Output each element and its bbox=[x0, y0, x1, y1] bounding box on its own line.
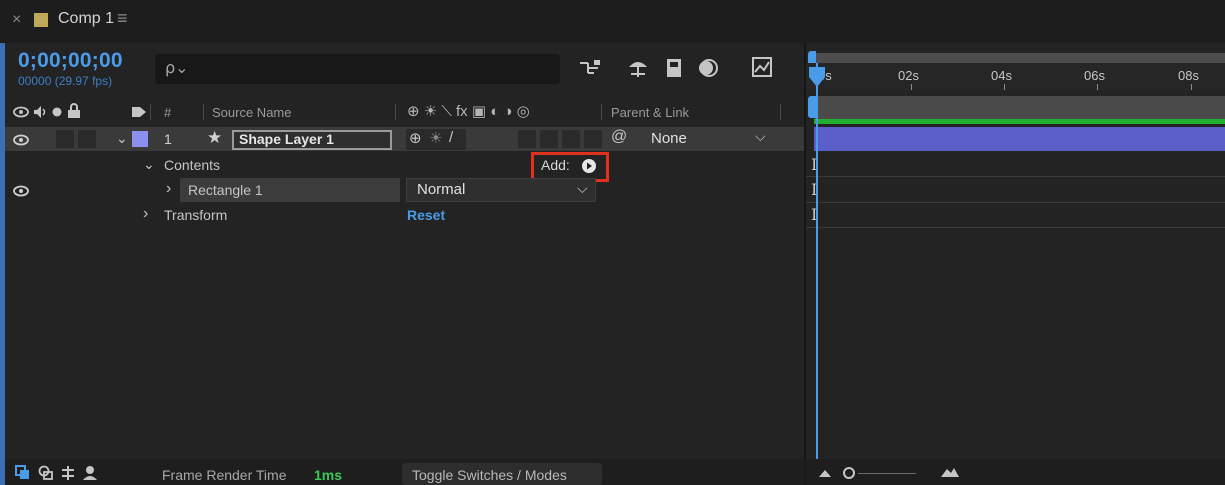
tab-comp-title[interactable]: Comp 1 bbox=[58, 10, 114, 28]
comp-color-swatch bbox=[34, 13, 48, 27]
draft-3d-icon[interactable] bbox=[626, 56, 650, 80]
blend-mode-chevron-icon[interactable]: ⌵ bbox=[577, 180, 588, 197]
timeline-row-line bbox=[806, 176, 1225, 177]
lock-switch[interactable] bbox=[78, 130, 96, 148]
layer-visibility-eye-icon[interactable] bbox=[13, 133, 29, 147]
collapse-switch-icon[interactable]: ☀ bbox=[429, 129, 442, 147]
frame-render-time-label: Frame Render Time bbox=[162, 467, 287, 483]
shy-switch-icon[interactable]: ⊕ bbox=[409, 129, 422, 147]
switch-cell-blank[interactable] bbox=[584, 130, 602, 148]
time-ruler[interactable] bbox=[806, 63, 1225, 91]
ruler-tick bbox=[911, 84, 912, 90]
column-separator bbox=[395, 104, 396, 120]
ruler-label: 02s bbox=[898, 68, 919, 83]
contents-chevron-icon[interactable]: ⌄ bbox=[143, 156, 155, 173]
search-icon: ⍴⌄ bbox=[165, 60, 189, 77]
rectangle-visibility-eye-icon[interactable] bbox=[13, 184, 29, 198]
layer-duration-bar[interactable] bbox=[814, 127, 1225, 151]
lock-icon bbox=[68, 103, 80, 118]
transfer-controls-icon[interactable] bbox=[38, 465, 54, 481]
zoom-out-mountain-icon[interactable] bbox=[818, 468, 832, 478]
column-source-name-header[interactable]: Source Name bbox=[212, 105, 291, 120]
audio-speaker-icon bbox=[34, 106, 46, 118]
frame-blending-icon[interactable] bbox=[663, 56, 685, 80]
column-number-header: # bbox=[164, 105, 172, 120]
graph-editor-icon[interactable] bbox=[750, 55, 774, 79]
column-separator bbox=[203, 104, 204, 120]
work-area-bar[interactable] bbox=[814, 53, 1225, 63]
composition-bar bbox=[814, 96, 1225, 119]
zoom-slider-handle[interactable] bbox=[843, 467, 855, 479]
ruler-label: 08s bbox=[1178, 68, 1199, 83]
solo-switch[interactable] bbox=[56, 130, 74, 148]
ruler-label: 06s bbox=[1084, 68, 1105, 83]
parent-select-chevron-icon[interactable]: ⌵ bbox=[755, 128, 766, 145]
frame-render-time-value: 1ms bbox=[314, 467, 343, 483]
timeline-row-line bbox=[806, 227, 1225, 228]
column-separator bbox=[780, 104, 781, 120]
transform-label: Transform bbox=[164, 207, 228, 223]
layer-number: 1 bbox=[164, 131, 172, 147]
transform-reset-link[interactable]: Reset bbox=[407, 207, 445, 223]
ruler-tick bbox=[1004, 84, 1005, 90]
layer-name[interactable]: Shape Layer 1 bbox=[239, 131, 334, 147]
render-cache-bar bbox=[814, 119, 1225, 124]
quality-switch-icon[interactable]: / bbox=[449, 129, 453, 146]
timeline-zoom-bar bbox=[806, 459, 1225, 485]
close-tab-icon[interactable]: × bbox=[12, 11, 21, 29]
layer-label-swatch[interactable] bbox=[132, 131, 148, 147]
column-separator bbox=[601, 104, 602, 120]
panel-menu-icon[interactable]: ≡ bbox=[117, 8, 128, 29]
parent-select-value[interactable]: None bbox=[651, 130, 687, 147]
search-input[interactable] bbox=[155, 54, 560, 84]
blend-mode-value[interactable]: Normal bbox=[417, 181, 465, 198]
composition-flowchart-icon[interactable] bbox=[578, 57, 604, 79]
comp-start-handle[interactable] bbox=[808, 96, 816, 118]
column-parent-link-header[interactable]: Parent & Link bbox=[611, 105, 689, 120]
label-tag-icon bbox=[132, 107, 146, 117]
contents-label: Contents bbox=[164, 157, 221, 173]
zoom-slider-track[interactable] bbox=[858, 473, 916, 474]
solo-dot-icon bbox=[52, 107, 62, 117]
panel-focus-edge bbox=[0, 43, 5, 485]
switches-header-icons: ⊕ ☀ ⟍ fx ▣ ◐ ◑ ◎ bbox=[407, 103, 530, 120]
rectangle-label[interactable]: Rectangle 1 bbox=[188, 182, 263, 198]
transform-chevron-icon[interactable]: › bbox=[143, 205, 148, 223]
toggle-switches-modes-label[interactable]: Toggle Switches / Modes bbox=[412, 467, 567, 483]
ruler-label: 04s bbox=[991, 68, 1012, 83]
video-eye-icon bbox=[13, 106, 29, 118]
ruler-tick bbox=[1191, 84, 1192, 90]
panel-tab-bar bbox=[0, 0, 1225, 43]
current-time-display[interactable]: 0;00;00;00 bbox=[18, 49, 123, 73]
pickwhip-icon[interactable]: @ bbox=[611, 128, 627, 146]
motion-blur-icon[interactable] bbox=[696, 56, 720, 80]
switch-cell-blank[interactable] bbox=[562, 130, 580, 148]
timeline-row-line bbox=[806, 202, 1225, 203]
shape-layer-star-icon: ★ bbox=[207, 128, 223, 147]
in-out-stretch-icon[interactable] bbox=[60, 465, 76, 481]
layer-expand-chevron-icon[interactable]: ⌄ bbox=[116, 130, 128, 147]
current-time-indicator[interactable] bbox=[816, 63, 818, 459]
add-menu-arrow-icon[interactable] bbox=[581, 158, 597, 174]
switch-cell-blank[interactable] bbox=[518, 130, 536, 148]
switch-cell-blank[interactable] bbox=[540, 130, 558, 148]
layer-switches-toggle-icon[interactable] bbox=[15, 465, 31, 481]
render-time-pane-icon[interactable] bbox=[82, 465, 100, 481]
playhead-icon[interactable] bbox=[808, 66, 826, 88]
ruler-tick bbox=[1097, 84, 1098, 90]
frame-count-display: 00000 (29.97 fps) bbox=[18, 74, 113, 88]
column-separator bbox=[150, 104, 151, 120]
zoom-in-mountains-icon[interactable] bbox=[940, 466, 960, 478]
add-button-label[interactable]: Add: bbox=[541, 157, 570, 173]
rectangle-chevron-icon[interactable]: › bbox=[166, 180, 171, 198]
